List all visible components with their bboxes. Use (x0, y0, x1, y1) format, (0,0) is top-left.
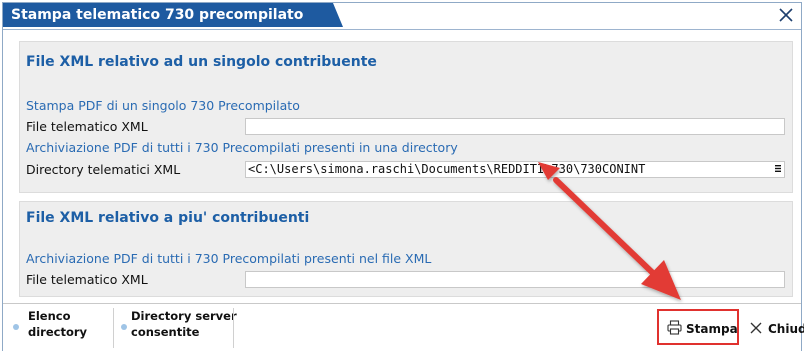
section-title: File XML relativo ad un singolo contribu… (26, 54, 377, 70)
xml-file-label: File telematico XML (26, 272, 148, 287)
bullet-icon (13, 324, 19, 330)
chiudi-button[interactable]: Chiudi (768, 322, 804, 336)
close-x-icon[interactable] (749, 321, 763, 335)
xml-file-input[interactable] (245, 271, 785, 288)
directory-input[interactable]: <C:\Users\simona.raschi\Documents\REDDIT… (245, 161, 785, 178)
directory-label: Directory telematici XML (26, 162, 181, 177)
elenco-directory-button[interactable]: Elenco directory (28, 308, 87, 340)
title-bar: Stampa telematico 730 precompilato (3, 3, 801, 30)
pdf-single-subtitle: Stampa PDF di un singolo 730 Precompilat… (26, 98, 300, 113)
directory-input-value: <C:\Users\simona.raschi\Documents\REDDIT… (248, 162, 646, 176)
xml-file-input[interactable] (245, 118, 785, 135)
stampa-label: Stampa (686, 322, 738, 336)
button-label-line2: consentite (131, 325, 200, 339)
divider (233, 308, 234, 348)
printer-icon (667, 320, 682, 335)
menu-icon[interactable] (775, 165, 781, 172)
divider (113, 308, 114, 348)
close-icon[interactable] (777, 6, 795, 24)
archive-xml-subtitle: Archiviazione PDF di tutti i 730 Precomp… (26, 251, 432, 266)
dialog-window: Stampa telematico 730 precompilato File … (2, 2, 804, 351)
single-contributor-section: File XML relativo ad un singolo contribu… (19, 41, 793, 193)
xml-file-label: File telematico XML (26, 119, 148, 134)
button-label-line1: Elenco (28, 309, 71, 323)
footer-toolbar: Elenco directory Directory server consen… (3, 303, 804, 351)
section-title: File XML relativo a piu' contribuenti (26, 210, 310, 226)
multiple-contributors-section: File XML relativo a piu' contribuenti Ar… (19, 201, 793, 297)
bullet-icon (121, 324, 127, 330)
button-label-line1: Directory server (131, 309, 237, 323)
directory-server-button[interactable]: Directory server consentite (131, 308, 237, 340)
window-title: Stampa telematico 730 precompilato (3, 3, 343, 27)
archive-directory-subtitle: Archiviazione PDF di tutti i 730 Precomp… (26, 140, 458, 155)
button-label-line2: directory (28, 325, 88, 339)
